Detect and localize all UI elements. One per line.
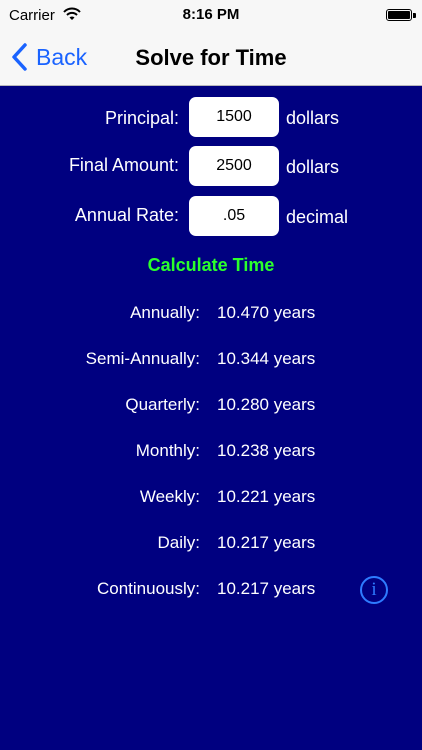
annual-rate-label: Annual Rate:	[74, 205, 179, 225]
final-amount-unit: dollars	[286, 157, 340, 177]
navigation-bar: Back Solve for Time	[0, 30, 422, 86]
final-amount-field[interactable]	[189, 146, 279, 186]
result-value-quarterly: 10.280 years	[217, 395, 316, 414]
result-value-monthly: 10.238 years	[217, 441, 316, 460]
result-label-continuously: Continuously:	[96, 579, 200, 598]
annual-rate-field[interactable]	[189, 196, 279, 236]
result-value-annually: 10.470 years	[217, 303, 316, 322]
result-value-continuously: 10.217 years	[217, 579, 316, 598]
principal-unit: dollars	[286, 108, 340, 128]
result-label-semi-annually: Semi-Annually:	[85, 349, 200, 368]
result-label-monthly: Monthly:	[135, 441, 200, 460]
annual-rate-unit: decimal	[286, 207, 349, 227]
result-label-annually: Annually:	[130, 303, 200, 322]
status-bar: Carrier 8:16 PM	[0, 0, 422, 30]
calculate-time-button[interactable]: Calculate Time	[0, 255, 422, 276]
principal-field[interactable]	[189, 97, 279, 137]
result-label-daily: Daily:	[157, 533, 200, 552]
result-label-weekly: Weekly:	[139, 487, 200, 506]
info-icon[interactable]: i	[360, 576, 388, 604]
status-time: 8:16 PM	[182, 6, 240, 23]
result-value-semi-annually: 10.344 years	[217, 349, 316, 368]
principal-label: Principal:	[104, 108, 179, 128]
page-title: Solve for Time	[135, 45, 287, 70]
battery-icon	[386, 9, 416, 21]
result-label-quarterly: Quarterly:	[125, 395, 200, 414]
result-value-daily: 10.217 years	[217, 533, 316, 552]
result-value-weekly: 10.221 years	[217, 487, 316, 506]
final-amount-label: Final Amount:	[68, 155, 179, 175]
